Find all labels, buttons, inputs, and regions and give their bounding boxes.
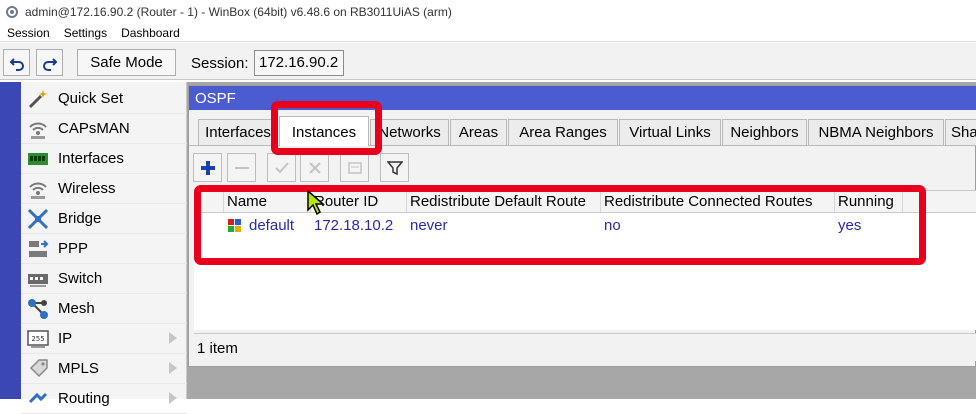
mesh-icon (26, 298, 50, 320)
disable-button[interactable] (300, 153, 329, 182)
add-button[interactable] (193, 153, 222, 182)
sidebar-accent-bar (0, 82, 21, 399)
ppp-icon (26, 238, 50, 260)
main-toolbar: Safe Mode Session: 172.16.90.2 (0, 43, 976, 80)
ethernet-card-icon (26, 148, 50, 170)
cross-icon (308, 161, 321, 174)
sidebar: Quick Set CAPsMAN Interfaces Wireless Br… (21, 82, 187, 414)
sidebar-item-quick-set[interactable]: Quick Set (21, 84, 187, 114)
sidebar-item-capsman[interactable]: CAPsMAN (21, 114, 187, 144)
menu-session[interactable]: Session (7, 26, 50, 40)
menu-dashboard[interactable]: Dashboard (121, 26, 180, 40)
bridge-icon (26, 208, 50, 230)
sidebar-item-label: Quick Set (58, 90, 124, 107)
safe-mode-button[interactable]: Safe Mode (77, 49, 176, 76)
sidebar-item-label: Switch (58, 270, 103, 287)
menu-bar: Session Settings Dashboard (0, 24, 976, 42)
sidebar-item-label: Bridge (58, 210, 102, 227)
redo-button[interactable] (36, 49, 63, 76)
check-icon (274, 161, 289, 173)
session-label: Session: (191, 55, 249, 72)
window-title: admin@172.16.90.2 (Router - 1) - WinBox … (25, 5, 452, 19)
sidebar-item-label: CAPsMAN (58, 120, 130, 137)
sidebar-item-ip[interactable]: 255 IP (21, 324, 187, 354)
note-icon (347, 161, 362, 174)
sidebar-item-bridge[interactable]: Bridge (21, 204, 187, 234)
tab-areas[interactable]: Areas (450, 119, 507, 145)
sidebar-item-label: Interfaces (58, 150, 124, 167)
redo-icon (42, 57, 57, 71)
minus-icon (234, 166, 249, 169)
svg-text:255: 255 (31, 335, 44, 343)
submenu-arrow-icon (169, 332, 177, 344)
mouse-cursor-icon (307, 190, 326, 216)
sidebar-item-switch[interactable]: Switch (21, 264, 187, 294)
sidebar-item-label: IP (58, 330, 73, 347)
session-field[interactable]: 172.16.90.2 (254, 50, 344, 76)
switch-icon (26, 268, 50, 290)
tab-interfaces[interactable]: Interfaces (198, 119, 278, 145)
undo-icon (9, 57, 24, 71)
sidebar-item-mesh[interactable]: Mesh (21, 294, 187, 324)
tab-area-ranges[interactable]: Area Ranges (508, 119, 618, 145)
sidebar-item-label: Wireless (58, 180, 116, 197)
sidebar-item-routing[interactable]: Routing (21, 384, 187, 414)
submenu-arrow-icon (169, 392, 177, 404)
remove-button[interactable] (227, 153, 256, 182)
tab-nbma-neighbors[interactable]: NBMA Neighbors (808, 119, 944, 145)
filter-button[interactable] (380, 153, 409, 182)
wifi-icon (26, 118, 50, 140)
filter-icon (386, 160, 403, 175)
tab-neighbors[interactable]: Neighbors (722, 119, 807, 145)
plus-icon (200, 160, 215, 175)
undo-button[interactable] (3, 49, 30, 76)
sidebar-item-ppp[interactable]: PPP (21, 234, 187, 264)
sidebar-item-mpls[interactable]: MPLS (21, 354, 187, 384)
tab-sham-links[interactable]: Sha (945, 119, 976, 145)
menu-settings[interactable]: Settings (64, 26, 107, 40)
sidebar-item-label: PPP (58, 240, 89, 257)
submenu-arrow-icon (169, 362, 177, 374)
status-bar: 1 item (194, 333, 976, 361)
sidebar-item-wireless[interactable]: Wireless (21, 174, 187, 204)
wifi-icon (26, 178, 50, 200)
winbox-icon (6, 6, 18, 18)
sidebar-item-label: Mesh (58, 300, 95, 317)
highlight-instances-table (194, 185, 926, 265)
sidebar-item-label: MPLS (58, 360, 99, 377)
enable-button[interactable] (267, 153, 296, 182)
wand-icon (26, 88, 50, 110)
ospf-tab-bar: Interfaces Instances Networks Areas Area… (189, 110, 976, 146)
comment-button[interactable] (340, 153, 369, 182)
mpls-icon (26, 358, 50, 380)
tab-instances[interactable]: Instances (279, 116, 369, 146)
tab-virtual-links[interactable]: Virtual Links (619, 119, 721, 145)
ip-icon: 255 (26, 328, 50, 350)
sidebar-item-interfaces[interactable]: Interfaces (21, 144, 187, 174)
title-bar: admin@172.16.90.2 (Router - 1) - WinBox … (0, 0, 976, 24)
